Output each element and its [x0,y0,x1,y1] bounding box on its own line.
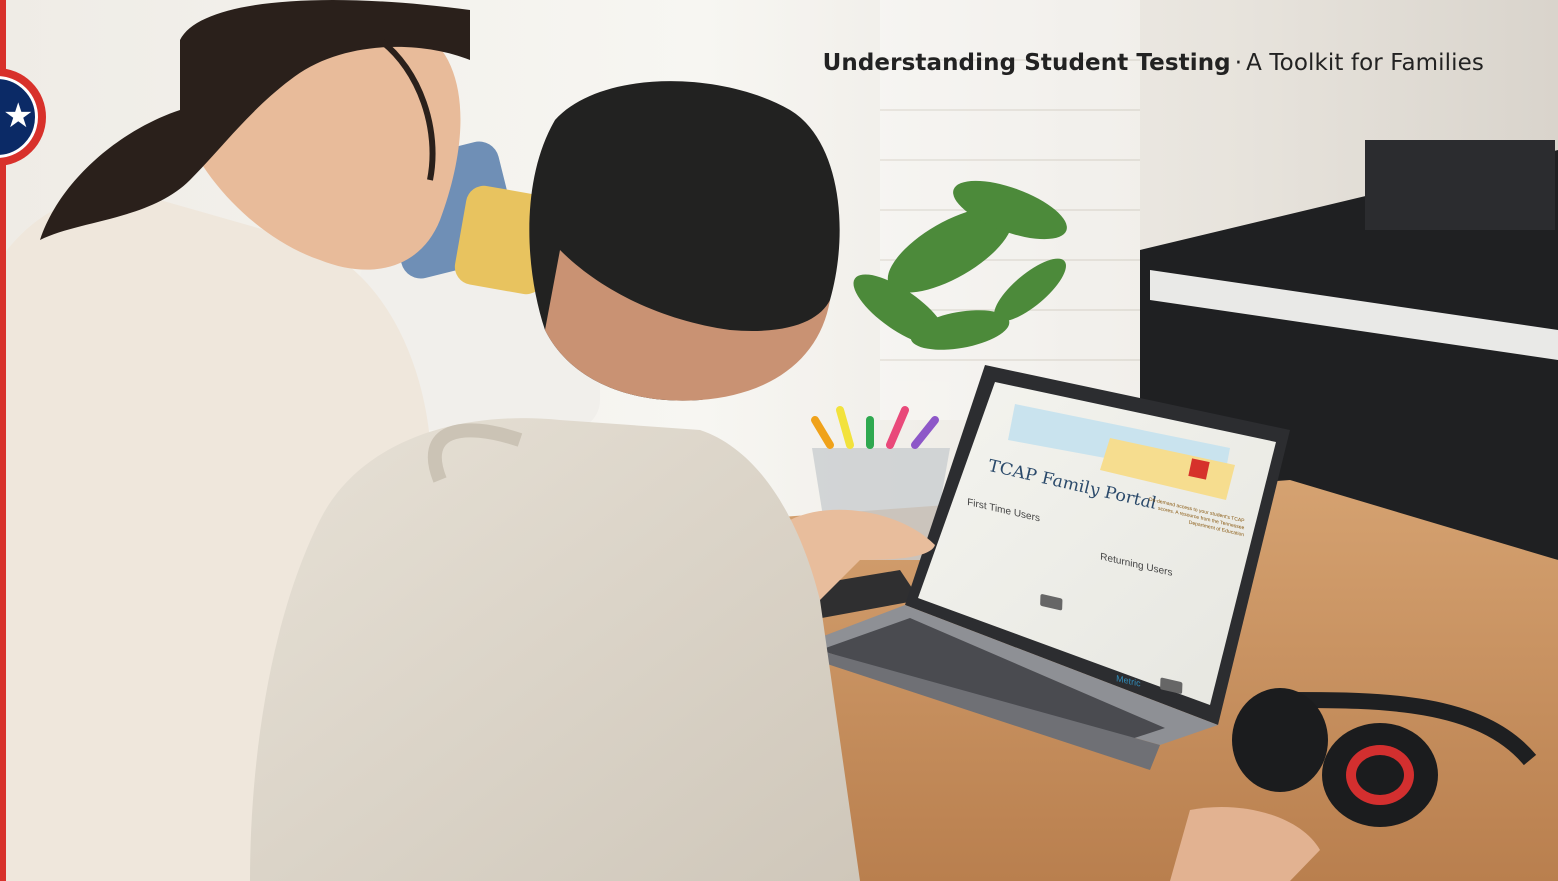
portal-title: TCAP Family Portal [988,455,1157,515]
go-button-first [1040,593,1063,611]
page-header: Understanding Student Testing · A Toolkit … [823,50,1484,76]
returning-users-heading: Returning Users [1100,551,1173,579]
header-title: Understanding Student Testing [822,50,1231,76]
seal-inner-circle: ★ [0,76,38,158]
header-subtitle: A Toolkit for Families [1246,50,1484,76]
portal-banner: On-demand access to your student's TCAP … [1148,496,1245,539]
first-time-users-heading: First Time Users [966,496,1041,525]
star-icon: ★ [3,97,34,135]
background-photo [0,0,1558,881]
header-separator: · [1234,50,1243,76]
